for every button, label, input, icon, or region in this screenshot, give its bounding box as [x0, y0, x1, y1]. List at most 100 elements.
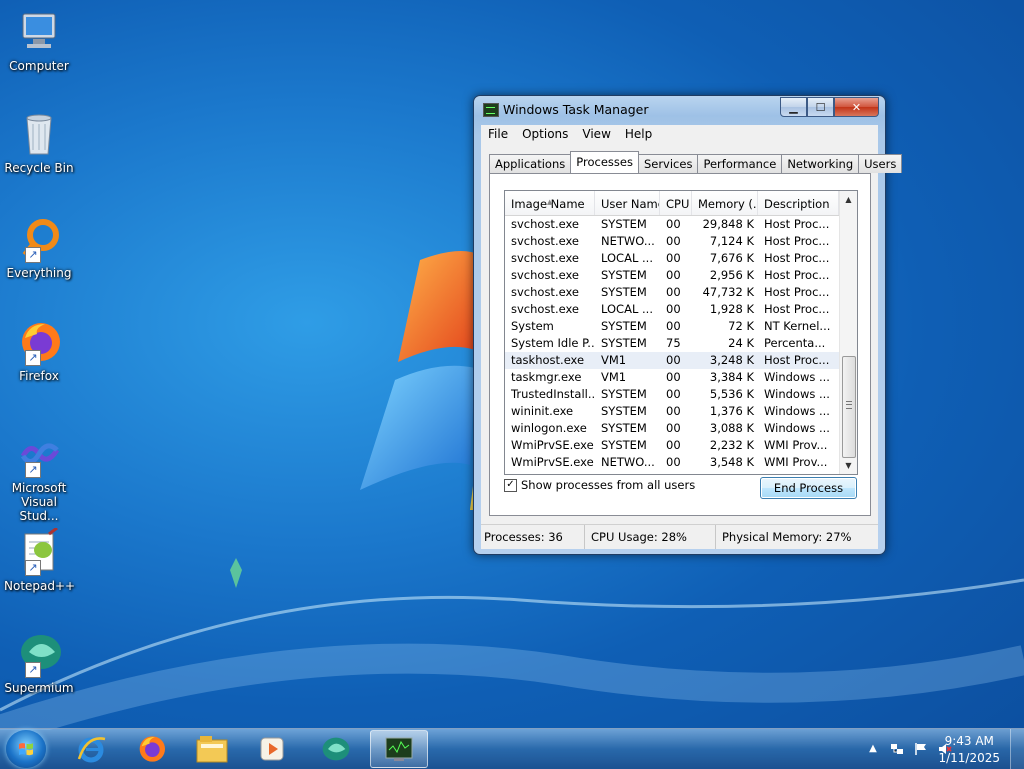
show-all-processes-checkbox[interactable]: ✓ Show processes from all users [504, 478, 695, 492]
table-row[interactable]: WmiPrvSE.exe NETWO... 00 3,548 K WMI Prov... [505, 454, 839, 471]
taskbar-media-player[interactable] [243, 730, 301, 768]
desktop-icon-computer[interactable]: Computer [4, 8, 74, 73]
table-row[interactable]: taskmgr.exe VM1 00 3,384 K Windows ... [505, 369, 839, 386]
action-center-flag-icon[interactable] [914, 742, 928, 756]
table-row[interactable]: svchost.exe SYSTEM 00 2,956 K Host Proc... [505, 267, 839, 284]
process-description: Windows ... [764, 404, 830, 418]
taskbar-internet-explorer[interactable] [62, 730, 120, 768]
clock[interactable]: 9:43 AM 1/11/2025 [938, 733, 1000, 767]
show-desktop-button[interactable] [1010, 729, 1024, 769]
column-header-cpu[interactable]: CPU [660, 191, 692, 215]
table-row[interactable]: svchost.exe LOCAL ... 00 1,928 K Host Proc..… [505, 301, 839, 318]
scroll-down-arrow-icon[interactable]: ▼ [840, 457, 857, 474]
process-cpu: 00 [666, 234, 681, 248]
clock-time: 9:43 AM [944, 734, 994, 748]
table-row[interactable]: System Idle P... SYSTEM 75 24 K Percenta... [505, 335, 839, 352]
process-user-name: SYSTEM [601, 336, 647, 350]
process-cpu: 00 [666, 421, 681, 435]
checkbox-checked-icon: ✓ [504, 478, 517, 492]
maximize-button[interactable]: ☐ [807, 97, 834, 117]
process-user-name: SYSTEM [601, 319, 647, 333]
table-row[interactable]: svchost.exe NETWO... 00 7,124 K Host Proc... [505, 233, 839, 250]
minimize-button[interactable]: ▁ [780, 97, 807, 117]
window-titlebar[interactable]: Windows Task Manager ▁ ☐ ✕ [474, 96, 885, 124]
menu-bar: File Options View Help [481, 125, 878, 145]
tab-processes[interactable]: Processes [570, 151, 639, 173]
process-memory: 2,956 K [709, 268, 754, 282]
system-tray: ▲ 9:43 AM 1/11/2025 [824, 729, 1024, 769]
taskbar-firefox[interactable] [122, 730, 180, 768]
process-memory: 3,384 K [709, 370, 754, 384]
desktop-icon-notepad-plus-plus[interactable]: ↗ Notepad++ [4, 526, 76, 593]
process-memory: 2,232 K [709, 438, 754, 452]
scrollbar-thumb[interactable] [842, 356, 856, 458]
column-header-image-name[interactable]: ▲ Image Name [505, 191, 595, 215]
supermium-icon [322, 737, 350, 761]
status-processes: Processes: 36 [481, 525, 585, 549]
show-hidden-icons-chevron-icon[interactable]: ▲ [866, 742, 880, 756]
desktop-icon-label: Recycle Bin [4, 161, 74, 175]
desktop-icon-supermium[interactable]: ↗ Supermium [4, 630, 74, 695]
process-image-name: System [511, 319, 554, 333]
table-row[interactable]: taskhost.exe VM1 00 3,248 K Host Proc... [505, 352, 839, 369]
process-user-name: SYSTEM [601, 387, 647, 401]
process-cpu: 00 [666, 251, 681, 265]
menu-options[interactable]: Options [515, 125, 575, 145]
column-header-description[interactable]: Description [758, 191, 839, 215]
network-icon[interactable] [890, 742, 904, 756]
process-user-name: LOCAL ... [601, 251, 653, 265]
column-header-user-name[interactable]: User Name [595, 191, 660, 215]
table-row[interactable]: TrustedInstall... SYSTEM 00 5,536 K Windows … [505, 386, 839, 403]
shortcut-arrow-icon: ↗ [25, 462, 41, 478]
tab-applications[interactable]: Applications [489, 154, 572, 173]
end-process-button[interactable]: End Process [760, 477, 857, 499]
desktop-icon-label: Notepad++ [4, 579, 76, 593]
process-memory: 5,536 K [709, 387, 754, 401]
table-row[interactable]: svchost.exe SYSTEM 00 29,848 K Host Proc... [505, 216, 839, 233]
table-row[interactable]: svchost.exe LOCAL ... 00 7,676 K Host Proc..… [505, 250, 839, 267]
process-description: Windows ... [764, 370, 830, 384]
scroll-up-arrow-icon[interactable]: ▲ [840, 191, 857, 208]
taskbar-windows-explorer[interactable] [183, 730, 241, 768]
process-memory: 3,248 K [709, 353, 754, 367]
tab-performance[interactable]: Performance [697, 154, 783, 173]
column-header-memory[interactable]: Memory (... [692, 191, 758, 215]
process-image-name: wininit.exe [511, 404, 574, 418]
process-image-name: svchost.exe [511, 234, 580, 248]
tab-services[interactable]: Services [637, 154, 699, 173]
table-row[interactable]: svchost.exe SYSTEM 00 47,732 K Host Proc... [505, 284, 839, 301]
process-user-name: VM1 [601, 353, 627, 367]
menu-file[interactable]: File [481, 125, 515, 145]
shortcut-arrow-icon: ↗ [25, 350, 41, 366]
start-button[interactable] [6, 730, 46, 768]
process-memory: 1,928 K [709, 302, 754, 316]
menu-help[interactable]: Help [618, 125, 659, 145]
tab-networking[interactable]: Networking [781, 154, 860, 173]
table-row[interactable]: winlogon.exe SYSTEM 00 3,088 K Windows ... [505, 420, 839, 437]
taskbar-supermium[interactable] [307, 730, 365, 768]
visual-studio-icon: ↗ [15, 430, 63, 478]
desktop-icon-recycle-bin[interactable]: Recycle Bin [4, 110, 74, 175]
table-row[interactable]: WmiPrvSE.exe SYSTEM 00 2,232 K WMI Prov... [505, 437, 839, 454]
menu-view[interactable]: View [575, 125, 617, 145]
table-row[interactable]: wininit.exe SYSTEM 00 1,376 K Windows ... [505, 403, 839, 420]
desktop-icon-everything[interactable]: ↗ Everything [4, 215, 74, 280]
status-bar: Processes: 36 CPU Usage: 28% Physical Me… [481, 524, 878, 549]
desktop-icon-firefox[interactable]: ↗ Firefox [4, 318, 74, 383]
process-image-name: winlogon.exe [511, 421, 587, 435]
process-description: Windows ... [764, 387, 830, 401]
taskbar-task-manager[interactable] [370, 730, 428, 768]
process-user-name: NETWO... [601, 234, 655, 248]
process-image-name: System Idle P... [511, 336, 595, 350]
desktop-icon-visual-studio[interactable]: ↗ Microsoft Visual Stud... [4, 430, 74, 523]
process-list[interactable]: ▲ Image Name User Name CPU Memory (... De… [504, 190, 858, 475]
tab-users[interactable]: Users [858, 154, 903, 173]
process-list-scrollbar[interactable]: ▲ ▼ [839, 191, 857, 474]
close-button[interactable]: ✕ [834, 97, 879, 117]
process-user-name: LOCAL ... [601, 302, 653, 316]
process-description: WMI Prov... [764, 438, 828, 452]
table-row[interactable]: System SYSTEM 00 72 K NT Kernel... [505, 318, 839, 335]
process-description: NT Kernel... [764, 319, 831, 333]
process-user-name: SYSTEM [601, 421, 647, 435]
process-user-name: NETWO... [601, 455, 655, 469]
